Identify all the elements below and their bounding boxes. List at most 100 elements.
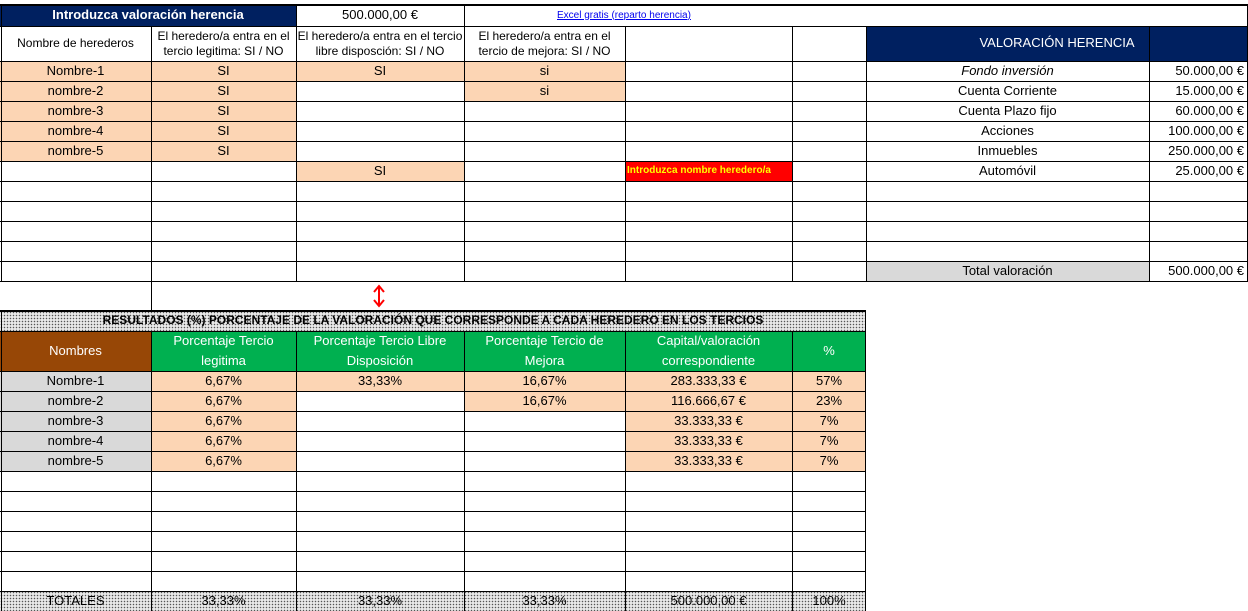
input-cell[interactable]: SI <box>151 121 296 141</box>
input-cell[interactable]: SI <box>151 141 296 161</box>
empty-cell[interactable] <box>792 81 866 101</box>
empty-cell[interactable] <box>866 201 1149 221</box>
input-cell[interactable] <box>464 201 625 221</box>
grid-line <box>295 5 297 26</box>
empty-cell[interactable] <box>625 101 792 121</box>
result-cell <box>151 471 296 491</box>
empty-cell[interactable] <box>792 201 866 221</box>
empty-cell[interactable] <box>866 241 1149 261</box>
empty-cell[interactable] <box>625 261 792 281</box>
empty-cell[interactable] <box>792 26 866 61</box>
input-cell[interactable] <box>296 261 464 281</box>
heir-name-cell[interactable]: Nombre-1 <box>0 61 151 81</box>
input-cell[interactable]: SI <box>151 101 296 121</box>
empty-cell[interactable] <box>792 221 866 241</box>
warning-message: Introduzca nombre heredero/a <box>625 161 792 181</box>
excel-link[interactable]: Excel gratis (reparto herencia) <box>464 5 1248 26</box>
input-cell[interactable] <box>296 181 464 201</box>
empty-cell[interactable] <box>625 81 792 101</box>
grid-line <box>295 331 297 611</box>
input-cell[interactable] <box>151 201 296 221</box>
empty-cell[interactable] <box>1149 181 1248 201</box>
input-cell[interactable] <box>0 221 151 241</box>
empty-cell[interactable] <box>792 101 866 121</box>
input-cell[interactable] <box>0 241 151 261</box>
input-cell[interactable] <box>464 141 625 161</box>
input-cell[interactable] <box>151 241 296 261</box>
input-cell[interactable] <box>464 261 625 281</box>
header-amount[interactable]: 500.000,00 € <box>296 5 464 26</box>
input-cell[interactable] <box>464 121 625 141</box>
input-cell[interactable] <box>464 161 625 181</box>
input-cell[interactable] <box>0 201 151 221</box>
heir-name-cell[interactable]: nombre-5 <box>0 141 151 161</box>
grid-line <box>150 331 152 611</box>
totals-cell: 33,33% <box>464 591 625 611</box>
input-cell[interactable] <box>464 221 625 241</box>
heir-name-cell[interactable]: nombre-3 <box>0 101 151 121</box>
asset-value[interactable]: 50.000,00 € <box>1149 61 1248 81</box>
heir-name-cell[interactable]: nombre-2 <box>0 81 151 101</box>
input-cell[interactable] <box>151 261 296 281</box>
empty-cell[interactable] <box>792 241 866 261</box>
input-cell[interactable]: si <box>464 61 625 81</box>
input-cell[interactable] <box>151 221 296 241</box>
empty-cell[interactable] <box>792 121 866 141</box>
empty-cell[interactable] <box>625 141 792 161</box>
empty-cell[interactable] <box>625 201 792 221</box>
empty-cell[interactable] <box>1149 241 1248 261</box>
empty-cell[interactable] <box>625 61 792 81</box>
input-cell[interactable] <box>464 241 625 261</box>
asset-name[interactable]: Acciones <box>866 121 1149 141</box>
asset-value[interactable]: 25.000,00 € <box>1149 161 1248 181</box>
input-cell[interactable] <box>296 141 464 161</box>
input-cell[interactable]: si <box>464 81 625 101</box>
asset-value[interactable]: 100.000,00 € <box>1149 121 1248 141</box>
asset-value[interactable]: 60.000,00 € <box>1149 101 1248 121</box>
asset-name[interactable]: Fondo inversión <box>866 61 1149 81</box>
double-vertical-arrow-icon <box>373 284 385 308</box>
empty-cell[interactable] <box>625 26 792 61</box>
empty-cell[interactable] <box>1149 201 1248 221</box>
asset-value[interactable]: 250.000,00 € <box>1149 141 1248 161</box>
input-cell[interactable] <box>151 161 296 181</box>
input-cell[interactable] <box>296 121 464 141</box>
input-cell[interactable] <box>151 181 296 201</box>
empty-cell[interactable] <box>625 121 792 141</box>
empty-cell[interactable] <box>1149 221 1248 241</box>
input-cell[interactable] <box>464 181 625 201</box>
empty-cell[interactable] <box>792 141 866 161</box>
empty-cell[interactable] <box>866 181 1149 201</box>
empty-cell[interactable] <box>792 181 866 201</box>
result-cell <box>625 531 792 551</box>
input-cell[interactable] <box>296 241 464 261</box>
result-cell <box>296 571 464 591</box>
empty-cell[interactable] <box>792 61 866 81</box>
empty-cell[interactable] <box>625 241 792 261</box>
input-cell[interactable] <box>296 201 464 221</box>
empty-cell[interactable] <box>792 161 866 181</box>
asset-name[interactable]: Cuenta Plazo fijo <box>866 101 1149 121</box>
asset-value[interactable]: 15.000,00 € <box>1149 81 1248 101</box>
input-cell[interactable]: SI <box>151 81 296 101</box>
input-cell[interactable] <box>296 81 464 101</box>
asset-name[interactable]: Cuenta Corriente <box>866 81 1149 101</box>
input-cell[interactable] <box>0 181 151 201</box>
heir-name-cell[interactable] <box>0 161 151 181</box>
empty-cell[interactable] <box>625 221 792 241</box>
input-cell[interactable]: SI <box>151 61 296 81</box>
empty-cell[interactable] <box>792 261 866 281</box>
input-cell[interactable]: SI <box>296 161 464 181</box>
input-cell[interactable] <box>296 101 464 121</box>
asset-name[interactable]: Inmuebles <box>866 141 1149 161</box>
result-cell: 7% <box>792 411 866 431</box>
totals-cell: 33,33% <box>296 591 464 611</box>
asset-name[interactable]: Automóvil <box>866 161 1149 181</box>
input-cell[interactable]: SI <box>296 61 464 81</box>
input-cell[interactable] <box>0 261 151 281</box>
input-cell[interactable] <box>464 101 625 121</box>
empty-cell[interactable] <box>866 221 1149 241</box>
empty-cell[interactable] <box>625 181 792 201</box>
heir-name-cell[interactable]: nombre-4 <box>0 121 151 141</box>
input-cell[interactable] <box>296 221 464 241</box>
